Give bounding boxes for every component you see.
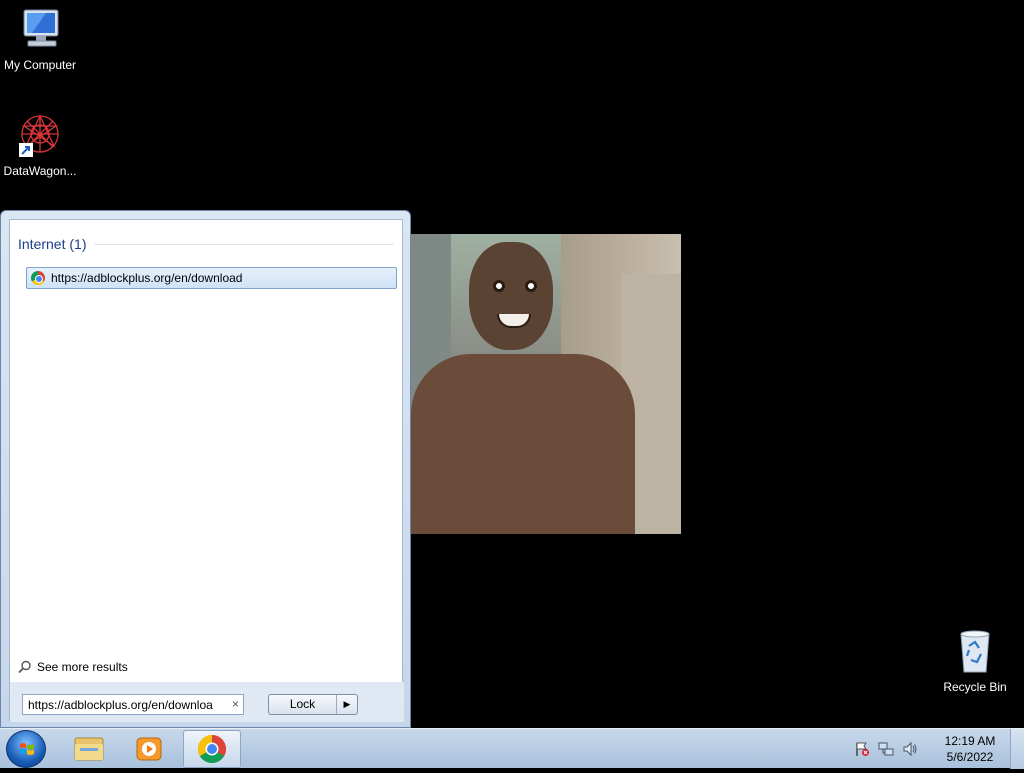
desktop-icon-datawagon[interactable]: DataWagon... [0,112,80,178]
system-clock[interactable]: 12:19 AM 5/6/2022 [930,733,1010,765]
chrome-icon [198,735,226,763]
desktop-icon-label: Recycle Bin [943,680,1007,694]
search-input-value: https://adblockplus.org/en/downloa [28,698,213,712]
statue-body [411,354,635,534]
wallpaper-photo [411,234,681,534]
start-search-input[interactable]: https://adblockplus.org/en/downloa × [22,694,244,715]
desktop-icon-label: DataWagon... [3,164,77,178]
lock-button[interactable]: Lock [269,695,337,714]
shutdown-options-arrow-icon[interactable]: ▶ [337,695,357,714]
taskbar-chrome-button[interactable] [183,730,241,768]
notification-area: 12:19 AM 5/6/2022 [850,729,1024,769]
taskbar-media-player-button[interactable] [120,730,178,768]
clock-time: 12:19 AM [944,734,996,748]
media-player-icon [136,737,162,761]
start-menu-results-pane: Internet (1) https://adblockplus.org/en/… [9,219,404,722]
lock-button-group: Lock ▶ [268,694,358,715]
folder-icon [74,737,104,761]
see-more-results-link[interactable]: See more results [18,660,128,674]
chrome-icon [31,271,45,285]
internet-section-header: Internet (1) [18,236,394,252]
computer-icon [16,6,64,54]
taskbar-explorer-button[interactable] [60,730,118,768]
start-menu: Internet (1) https://adblockplus.org/en/… [0,210,411,728]
clear-search-icon[interactable]: × [232,697,239,711]
desktop-icon-recycle-bin[interactable]: Recycle Bin [935,628,1015,694]
desktop-icon-label: My Computer [3,58,77,72]
search-result-url[interactable]: https://adblockplus.org/en/download [26,267,397,289]
section-divider [94,243,394,245]
network-icon[interactable] [878,741,894,757]
volume-icon[interactable] [902,741,918,757]
section-title: Internet (1) [18,236,87,252]
statue-head [469,242,553,350]
result-label: https://adblockplus.org/en/download [51,271,243,285]
taskbar: 12:19 AM 5/6/2022 [0,728,1024,769]
windows-logo-icon [20,743,34,755]
datawagon-shortcut-icon [16,112,64,160]
clock-date: 5/6/2022 [946,750,994,764]
start-menu-footer: https://adblockplus.org/en/downloa × Loc… [10,682,404,722]
desktop-icon-my-computer[interactable]: My Computer [0,6,80,72]
action-center-flag-icon[interactable] [854,741,870,757]
search-icon [18,660,32,674]
recycle-bin-icon [951,628,999,676]
start-button[interactable] [6,730,46,768]
desktop: My Computer DataWagon... Recycle Bin Int… [0,0,1024,728]
show-desktop-button[interactable] [1010,729,1024,769]
see-more-label: See more results [37,660,128,674]
